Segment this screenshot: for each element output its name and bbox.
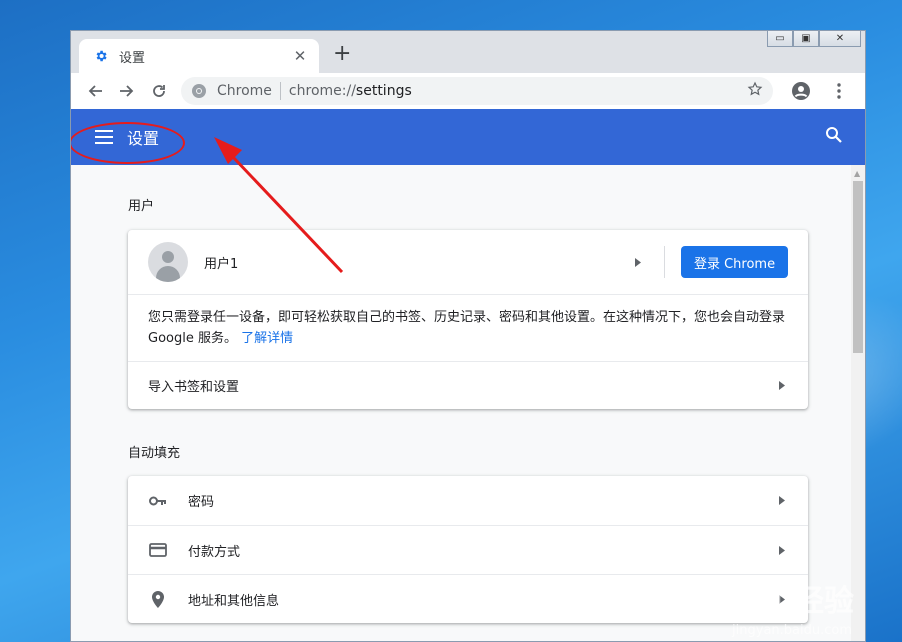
search-icon[interactable]	[825, 126, 843, 148]
url-text: chrome://settings	[288, 83, 412, 99]
user-name: 用户1	[204, 256, 239, 272]
sync-description: 您只需登录任一设备，即可轻松获取自己的书签、历史记录、密码和其他设置。在这种情况…	[128, 294, 808, 361]
forward-arrow-icon	[120, 85, 134, 97]
more-vert-icon	[837, 83, 841, 99]
settings-content: 用户 用户1 登录 Chrome 您只需登录任一设备，即可轻松获取自己的书签、历…	[71, 165, 865, 641]
site-name: Chrome	[217, 83, 272, 99]
avatar	[148, 242, 188, 282]
title-bar: 设置 ✕ + ▭ ▣ ✕	[71, 31, 865, 73]
tab-settings[interactable]: 设置 ✕	[79, 39, 319, 73]
gear-icon	[93, 48, 109, 64]
section-autofill-label: 自动填充	[128, 446, 181, 461]
watermark-logo: Baidu经验	[697, 584, 854, 619]
maximize-button[interactable]: ▣	[793, 31, 819, 47]
user-row[interactable]: 用户1 登录 Chrome	[128, 230, 808, 294]
browser-window: 设置 ✕ + ▭ ▣ ✕ Chrome chrome://settings 设置…	[70, 30, 866, 642]
signin-chrome-button[interactable]: 登录 Chrome	[681, 246, 788, 278]
people-card: 用户1 登录 Chrome 您只需登录任一设备，即可轻松获取自己的书签、历史记录…	[128, 230, 808, 409]
chevron-right-icon	[776, 381, 788, 390]
account-icon	[792, 82, 810, 100]
minimize-button[interactable]: ▭	[767, 31, 793, 47]
window-close-button[interactable]: ✕	[819, 31, 861, 47]
chevron-right-icon	[776, 496, 788, 505]
section-people-label: 用户	[128, 199, 155, 214]
watermark-url: jingyan.baidu.com	[732, 623, 852, 638]
scrollbar-thumb[interactable]	[853, 181, 863, 353]
forward-button[interactable]	[111, 75, 143, 107]
key-icon	[148, 491, 168, 511]
settings-header: 设置	[71, 109, 865, 165]
addresses-label: 地址和其他信息	[188, 593, 280, 609]
reload-button[interactable]	[143, 75, 175, 107]
chevron-right-icon	[776, 545, 788, 555]
window-controls: ▭ ▣ ✕	[767, 31, 861, 47]
close-tab-icon[interactable]: ✕	[291, 47, 309, 65]
back-arrow-icon	[88, 85, 102, 97]
tab-title: 设置	[119, 50, 146, 66]
annotation-circle	[71, 122, 185, 164]
scroll-up-icon[interactable]: ▲	[854, 169, 860, 178]
new-tab-button[interactable]: +	[333, 43, 351, 65]
toolbar: Chrome chrome://settings	[71, 73, 865, 109]
payment-methods-label: 付款方式	[188, 544, 241, 560]
chevron-right-icon[interactable]	[632, 257, 644, 267]
passwords-label: 密码	[188, 495, 215, 510]
back-button[interactable]	[79, 75, 111, 107]
learn-more-link[interactable]: 了解详情	[241, 331, 293, 346]
page-title: 设置	[127, 129, 160, 148]
import-bookmarks-row[interactable]: 导入书签和设置	[128, 361, 808, 409]
import-label: 导入书签和设置	[148, 380, 240, 395]
address-bar[interactable]: Chrome chrome://settings	[181, 77, 773, 105]
chrome-logo-icon	[191, 83, 207, 99]
payment-methods-row[interactable]: 付款方式	[128, 525, 808, 574]
credit-card-icon	[148, 540, 168, 560]
star-icon[interactable]	[747, 81, 763, 101]
vertical-scrollbar[interactable]: ▲	[851, 165, 865, 641]
location-pin-icon	[148, 589, 168, 609]
omnibox-separator	[279, 82, 281, 100]
passwords-row[interactable]: 密码	[128, 476, 808, 525]
menu-button[interactable]	[823, 75, 855, 107]
reload-icon	[153, 85, 165, 97]
profile-button[interactable]	[785, 75, 817, 107]
divider	[664, 246, 665, 278]
